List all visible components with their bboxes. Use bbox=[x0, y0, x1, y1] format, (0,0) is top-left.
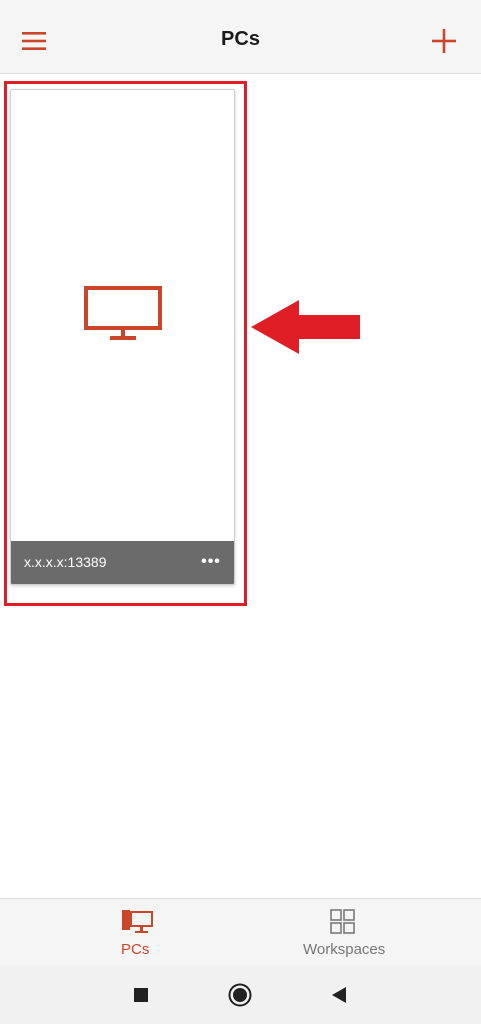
tab-workspaces-label: Workspaces bbox=[303, 941, 386, 958]
plus-icon bbox=[432, 29, 456, 53]
app-bar: PCs bbox=[0, 0, 481, 74]
bottom-tab-bar: PCs Workspaces bbox=[0, 898, 481, 966]
tab-workspaces[interactable]: Workspaces bbox=[241, 899, 481, 967]
system-nav-bar bbox=[0, 966, 481, 1024]
add-button[interactable] bbox=[424, 21, 464, 61]
back-triangle-icon bbox=[332, 987, 346, 1003]
highlight-box bbox=[4, 81, 247, 606]
page-title: PCs bbox=[221, 28, 260, 50]
left-arrow-icon bbox=[251, 300, 360, 354]
back-button[interactable] bbox=[327, 983, 351, 1007]
home-circle-icon bbox=[228, 983, 252, 1007]
recents-square-icon bbox=[134, 988, 148, 1002]
home-button[interactable] bbox=[228, 983, 252, 1007]
tab-pcs-label: PCs bbox=[121, 941, 150, 958]
workspaces-grid-icon bbox=[330, 909, 355, 934]
tab-pcs[interactable]: PCs bbox=[0, 899, 240, 967]
pc-monitor-icon bbox=[122, 910, 153, 933]
recents-button[interactable] bbox=[129, 983, 153, 1007]
